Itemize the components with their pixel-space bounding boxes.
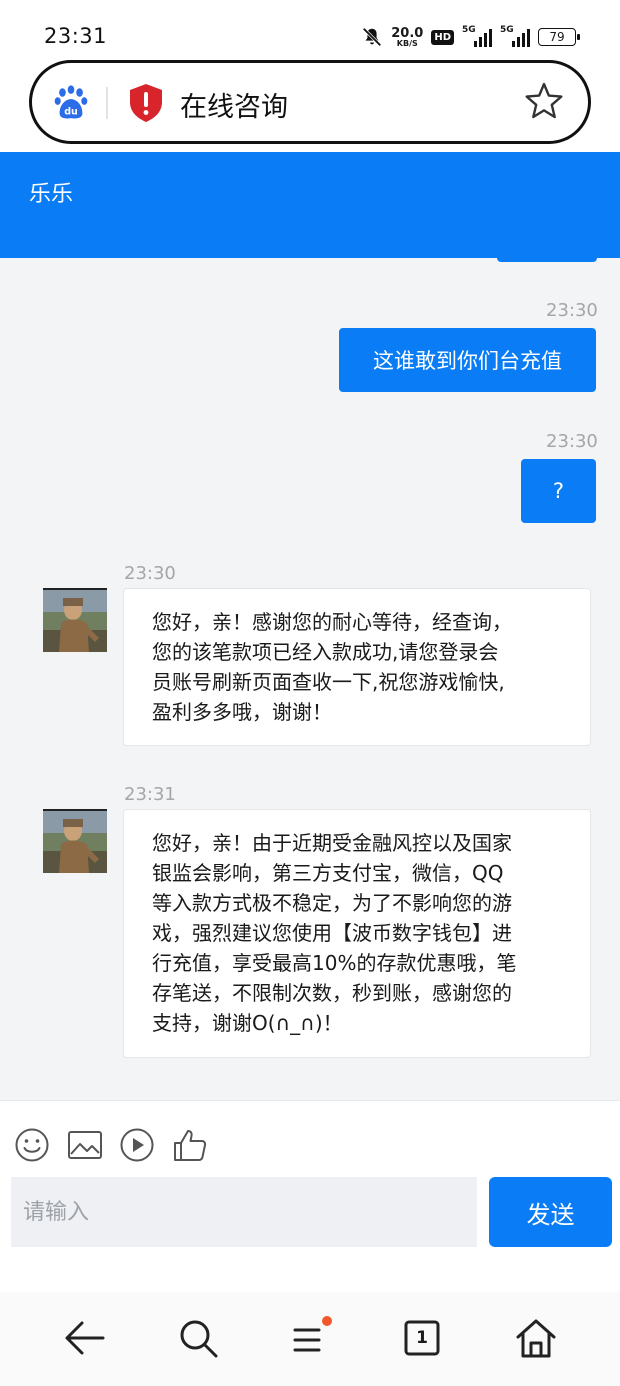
status-bar: 23:31 20.0 KB/S HD 5G 5G 79 [0, 0, 620, 60]
net-speed-unit: KB/S [396, 38, 418, 48]
message-time: 23:30 [546, 431, 598, 452]
message-line: 您好，亲！感谢您的耐心等待，经查询， [152, 610, 512, 634]
signal-label: 5G [462, 25, 476, 35]
message-line: 支持，谢谢O(∩_∩)！ [152, 1011, 343, 1035]
message-time: 23:31 [124, 784, 176, 805]
outgoing-message[interactable]: ? [521, 459, 596, 523]
incoming-message[interactable]: 您好，亲！由于近期受金融风控以及国家 银监会影响，第三方支付宝，微信，QQ 等入… [123, 809, 591, 1058]
emoji-icon[interactable] [14, 1127, 50, 1163]
message-time: 23:30 [124, 563, 176, 584]
chat-input-area: 发送 [0, 1100, 620, 1292]
hd-badge: HD [431, 29, 454, 45]
mute-icon [362, 27, 382, 47]
chat-page: 23:31 20.0 KB/S HD 5G 5G 79 du 在线咨询 乐乐 2… [0, 0, 620, 1386]
search-button[interactable] [174, 1314, 222, 1362]
status-icons: 20.0 KB/S HD 5G 5G 79 [361, 22, 580, 52]
back-button[interactable] [61, 1314, 109, 1362]
avatar[interactable] [43, 809, 107, 873]
video-icon[interactable] [119, 1127, 155, 1163]
message-line: 银监会影响，第三方支付宝，微信，QQ [152, 861, 504, 885]
image-icon[interactable] [67, 1127, 103, 1163]
chat-agent-name: 乐乐 [29, 182, 74, 207]
status-time: 23:31 [44, 24, 108, 48]
home-button[interactable] [512, 1314, 560, 1362]
page-title[interactable]: 在线咨询 [180, 85, 288, 124]
message-line: 存笔送，不限制次数，秒到账，感谢您的 [152, 981, 512, 1005]
home-icon [516, 1319, 556, 1358]
avatar-photo [43, 811, 107, 873]
chat-header: 乐乐 [0, 152, 620, 258]
signal-icon: 5G [462, 25, 492, 47]
message-time: 23:30 [546, 300, 598, 321]
send-button[interactable]: 发送 [489, 1177, 612, 1247]
battery-icon: 79 [538, 28, 580, 46]
address-bar[interactable]: du 在线咨询 [29, 60, 591, 144]
message-line: 您好，亲！由于近期受金融风控以及国家 [152, 831, 512, 855]
shield-alert-icon[interactable] [128, 83, 164, 123]
avatar[interactable] [43, 588, 107, 652]
signal-label-2: 5G [500, 25, 514, 35]
net-speed: 20.0 KB/S [391, 27, 423, 48]
incoming-message[interactable]: 您好，亲！感谢您的耐心等待，经查询， 您的该笔款项已经入款成功,请您登录会 员账… [123, 588, 591, 746]
tabs-button[interactable]: 1 [398, 1314, 446, 1362]
net-speed-value: 20.0 [391, 25, 424, 41]
back-arrow-icon [65, 1321, 105, 1355]
tab-count: 1 [416, 1328, 428, 1348]
address-divider [106, 87, 108, 119]
message-input[interactable] [11, 1177, 477, 1247]
outgoing-message[interactable]: 这谁敢到你们台充值 [339, 328, 596, 392]
message-line: 盈利多多哦，谢谢！ [152, 700, 332, 724]
message-line: 等入款方式极不稳定，为了不影响您的游 [152, 891, 512, 915]
star-icon[interactable] [524, 81, 564, 121]
search-icon [180, 1320, 218, 1358]
baidu-logo-icon[interactable]: du [52, 83, 90, 121]
message-line: 行充值，享受最高10%的存款优惠哦，笔 [152, 951, 517, 975]
thumbs-up-icon[interactable] [172, 1127, 208, 1163]
browser-bottom-nav: 1 [0, 1292, 620, 1386]
menu-icon [293, 1316, 332, 1352]
clipped-message-bubble [497, 248, 597, 262]
message-line: 您的该笔款项已经入款成功,请您登录会 [152, 640, 499, 664]
notification-dot [322, 1316, 332, 1326]
message-line: 戏，强烈建议您使用【波币数字钱包】进 [152, 921, 512, 945]
menu-button[interactable] [285, 1314, 333, 1362]
browser-toolbar: du 在线咨询 [0, 60, 620, 152]
signal-icon-2: 5G [500, 25, 530, 47]
message-line: 员账号刷新页面查收一下,祝您游戏愉快, [152, 670, 505, 694]
avatar-photo [43, 590, 107, 652]
svg-text:du: du [64, 106, 78, 117]
